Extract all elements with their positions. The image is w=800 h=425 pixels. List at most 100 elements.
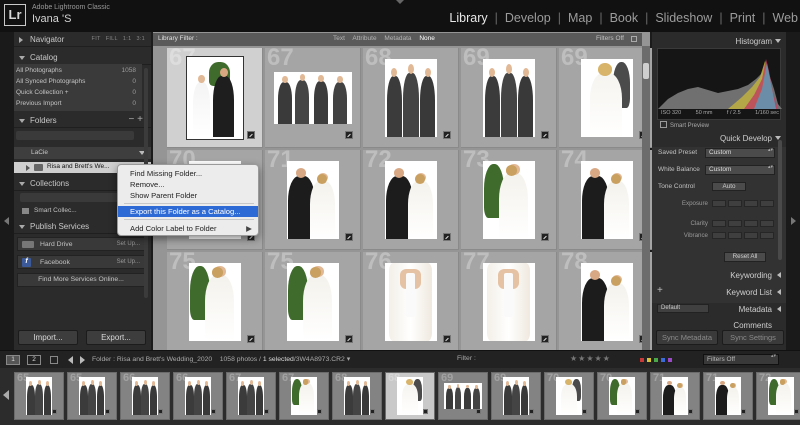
quick-develop-header[interactable]: Quick Develop <box>652 131 786 145</box>
folder-filter-input[interactable] <box>16 131 134 140</box>
clarity-buttons[interactable] <box>712 220 776 227</box>
zoom-fill[interactable]: FILL <box>106 36 118 42</box>
edited-badge-icon[interactable] <box>247 335 255 343</box>
grid-cell[interactable]: 71 <box>265 150 361 250</box>
menu-remove[interactable]: Remove... <box>118 179 258 190</box>
filmstrip-thumbnail[interactable] <box>344 377 370 415</box>
saved-preset-select[interactable]: Custom <box>705 148 775 158</box>
zoom-fit[interactable]: FIT <box>92 36 101 42</box>
import-button[interactable]: Import... <box>18 330 78 345</box>
add-folder-icon[interactable]: − + <box>129 114 143 125</box>
filmstrip-thumbnail[interactable] <box>26 377 52 415</box>
collection-filter-input[interactable] <box>20 193 120 202</box>
smart-collection-item[interactable]: Smart Collec... <box>34 207 77 214</box>
grid-cell[interactable]: 69 <box>461 48 557 148</box>
window-2-button[interactable]: 2 <box>27 355 41 365</box>
photo-thumbnail[interactable] <box>580 58 633 137</box>
edited-badge-icon[interactable] <box>345 335 353 343</box>
keywording-header[interactable]: Keywording <box>652 268 786 282</box>
filmstrip-thumbnail[interactable] <box>132 377 158 415</box>
vibrance-buttons[interactable] <box>712 232 776 239</box>
filmstrip-thumbnail[interactable] <box>556 377 582 415</box>
window-1-button[interactable]: 1 <box>6 355 20 365</box>
grid-cell[interactable]: 73 <box>461 150 557 250</box>
module-develop[interactable]: Develop <box>503 11 553 25</box>
filmstrip-cell[interactable]: 69 <box>491 372 541 420</box>
photo-thumbnail[interactable] <box>286 262 339 341</box>
menu-find-missing-folder[interactable]: Find Missing Folder... <box>118 168 258 179</box>
reset-all-button[interactable]: Reset All <box>724 252 766 262</box>
edited-badge-icon[interactable] <box>541 131 549 139</box>
filter-attribute[interactable]: Attribute <box>352 35 376 42</box>
filmstrip-thumbnail[interactable] <box>662 377 688 415</box>
add-keyword-icon[interactable]: + <box>657 285 663 296</box>
filmstrip-thumbnail[interactable] <box>238 377 264 415</box>
edited-badge-icon[interactable] <box>443 233 451 241</box>
photo-thumbnail[interactable] <box>186 56 243 139</box>
filmstrip-cell[interactable]: 70 <box>544 372 594 420</box>
edited-badge-icon[interactable] <box>345 131 353 139</box>
module-map[interactable]: Map <box>566 11 594 25</box>
grid-cell[interactable]: 76 <box>363 252 459 352</box>
module-book[interactable]: Book <box>608 11 641 25</box>
volume-lacie[interactable]: LaCie <box>14 147 151 159</box>
catalog-item[interactable]: Quick Collection + 0 <box>16 89 140 99</box>
collapse-left-icon[interactable] <box>4 217 9 225</box>
filmstrip-cell[interactable]: 66 <box>120 372 170 420</box>
filmstrip-thumbnail[interactable] <box>291 377 317 415</box>
export-button[interactable]: Export... <box>86 330 146 345</box>
photo-thumbnail[interactable] <box>580 262 633 341</box>
find-more-services-button[interactable]: Find More Services Online... <box>17 273 145 287</box>
photo-thumbnail[interactable] <box>384 160 437 239</box>
filter-preset-select[interactable]: Filters Off <box>703 354 779 365</box>
grid-cell[interactable]: 78 <box>559 252 655 352</box>
catalog-item[interactable]: All Photographs 1058 <box>16 67 140 77</box>
auto-tone-button[interactable]: Auto <box>712 182 746 191</box>
setup-link[interactable]: Set Up... <box>117 241 140 247</box>
filmstrip-cell[interactable]: 72 <box>756 372 800 420</box>
setup-link[interactable]: Set Up... <box>117 259 140 265</box>
filmstrip-scroll-left-icon[interactable] <box>3 390 9 400</box>
right-panel-edge[interactable] <box>786 32 800 350</box>
grid-view-icon[interactable] <box>50 356 58 364</box>
keyword-list-header[interactable]: + Keyword List <box>652 285 786 299</box>
module-print[interactable]: Print <box>728 11 758 25</box>
previous-icon[interactable] <box>68 356 73 364</box>
zoom-1-1[interactable]: 1:1 <box>123 36 132 42</box>
histogram-header[interactable]: Histogram <box>652 34 786 48</box>
edited-badge-icon[interactable] <box>247 131 255 139</box>
photo-thumbnail[interactable] <box>384 58 437 137</box>
photo-thumbnail[interactable] <box>188 262 241 341</box>
edited-badge-icon[interactable] <box>443 335 451 343</box>
filmstrip-thumbnail[interactable] <box>79 377 105 415</box>
filmstrip-thumbnail[interactable] <box>444 383 482 409</box>
grid-cell[interactable]: 75 <box>167 252 263 352</box>
lock-icon[interactable] <box>631 36 637 42</box>
folders-header[interactable]: Folders − + <box>14 113 151 128</box>
filmstrip-cell[interactable]: 65 <box>67 372 117 420</box>
filter-metadata[interactable]: Metadata <box>384 35 411 42</box>
filmstrip-cell[interactable]: 69 <box>438 372 488 420</box>
top-panel-toggle-icon[interactable] <box>396 0 404 4</box>
publish-hard-drive[interactable]: Hard Drive Set Up... <box>17 237 145 251</box>
edited-badge-icon[interactable] <box>541 233 549 241</box>
smart-preview-status[interactable]: Smart Preview <box>660 121 709 129</box>
grid-cell[interactable]: 67 <box>265 48 361 148</box>
rating-filter-stars[interactable]: ★★★★★ <box>570 354 611 363</box>
catalog-header[interactable]: Catalog <box>14 50 151 65</box>
menu-show-parent-folder[interactable]: Show Parent Folder <box>118 190 258 201</box>
next-icon[interactable] <box>80 356 85 364</box>
grid-cell[interactable]: 77 <box>461 252 557 352</box>
photo-thumbnail[interactable] <box>286 160 339 239</box>
color-label-filter[interactable] <box>640 358 675 362</box>
module-slideshow[interactable]: Slideshow <box>653 11 714 25</box>
catalog-item[interactable]: Previous Import 0 <box>16 100 140 110</box>
filmstrip-thumbnail[interactable] <box>503 377 529 415</box>
menu-export-folder-as-catalog[interactable]: Export this Folder as a Catalog... <box>118 206 258 217</box>
edited-badge-icon[interactable] <box>541 335 549 343</box>
grid-cell[interactable]: 67 <box>167 48 263 148</box>
disclosure-icon[interactable] <box>26 165 30 171</box>
filmstrip-thumbnail[interactable] <box>397 377 423 415</box>
grid-cell[interactable]: 75 <box>265 252 361 352</box>
filmstrip-cell[interactable]: 71 <box>703 372 753 420</box>
